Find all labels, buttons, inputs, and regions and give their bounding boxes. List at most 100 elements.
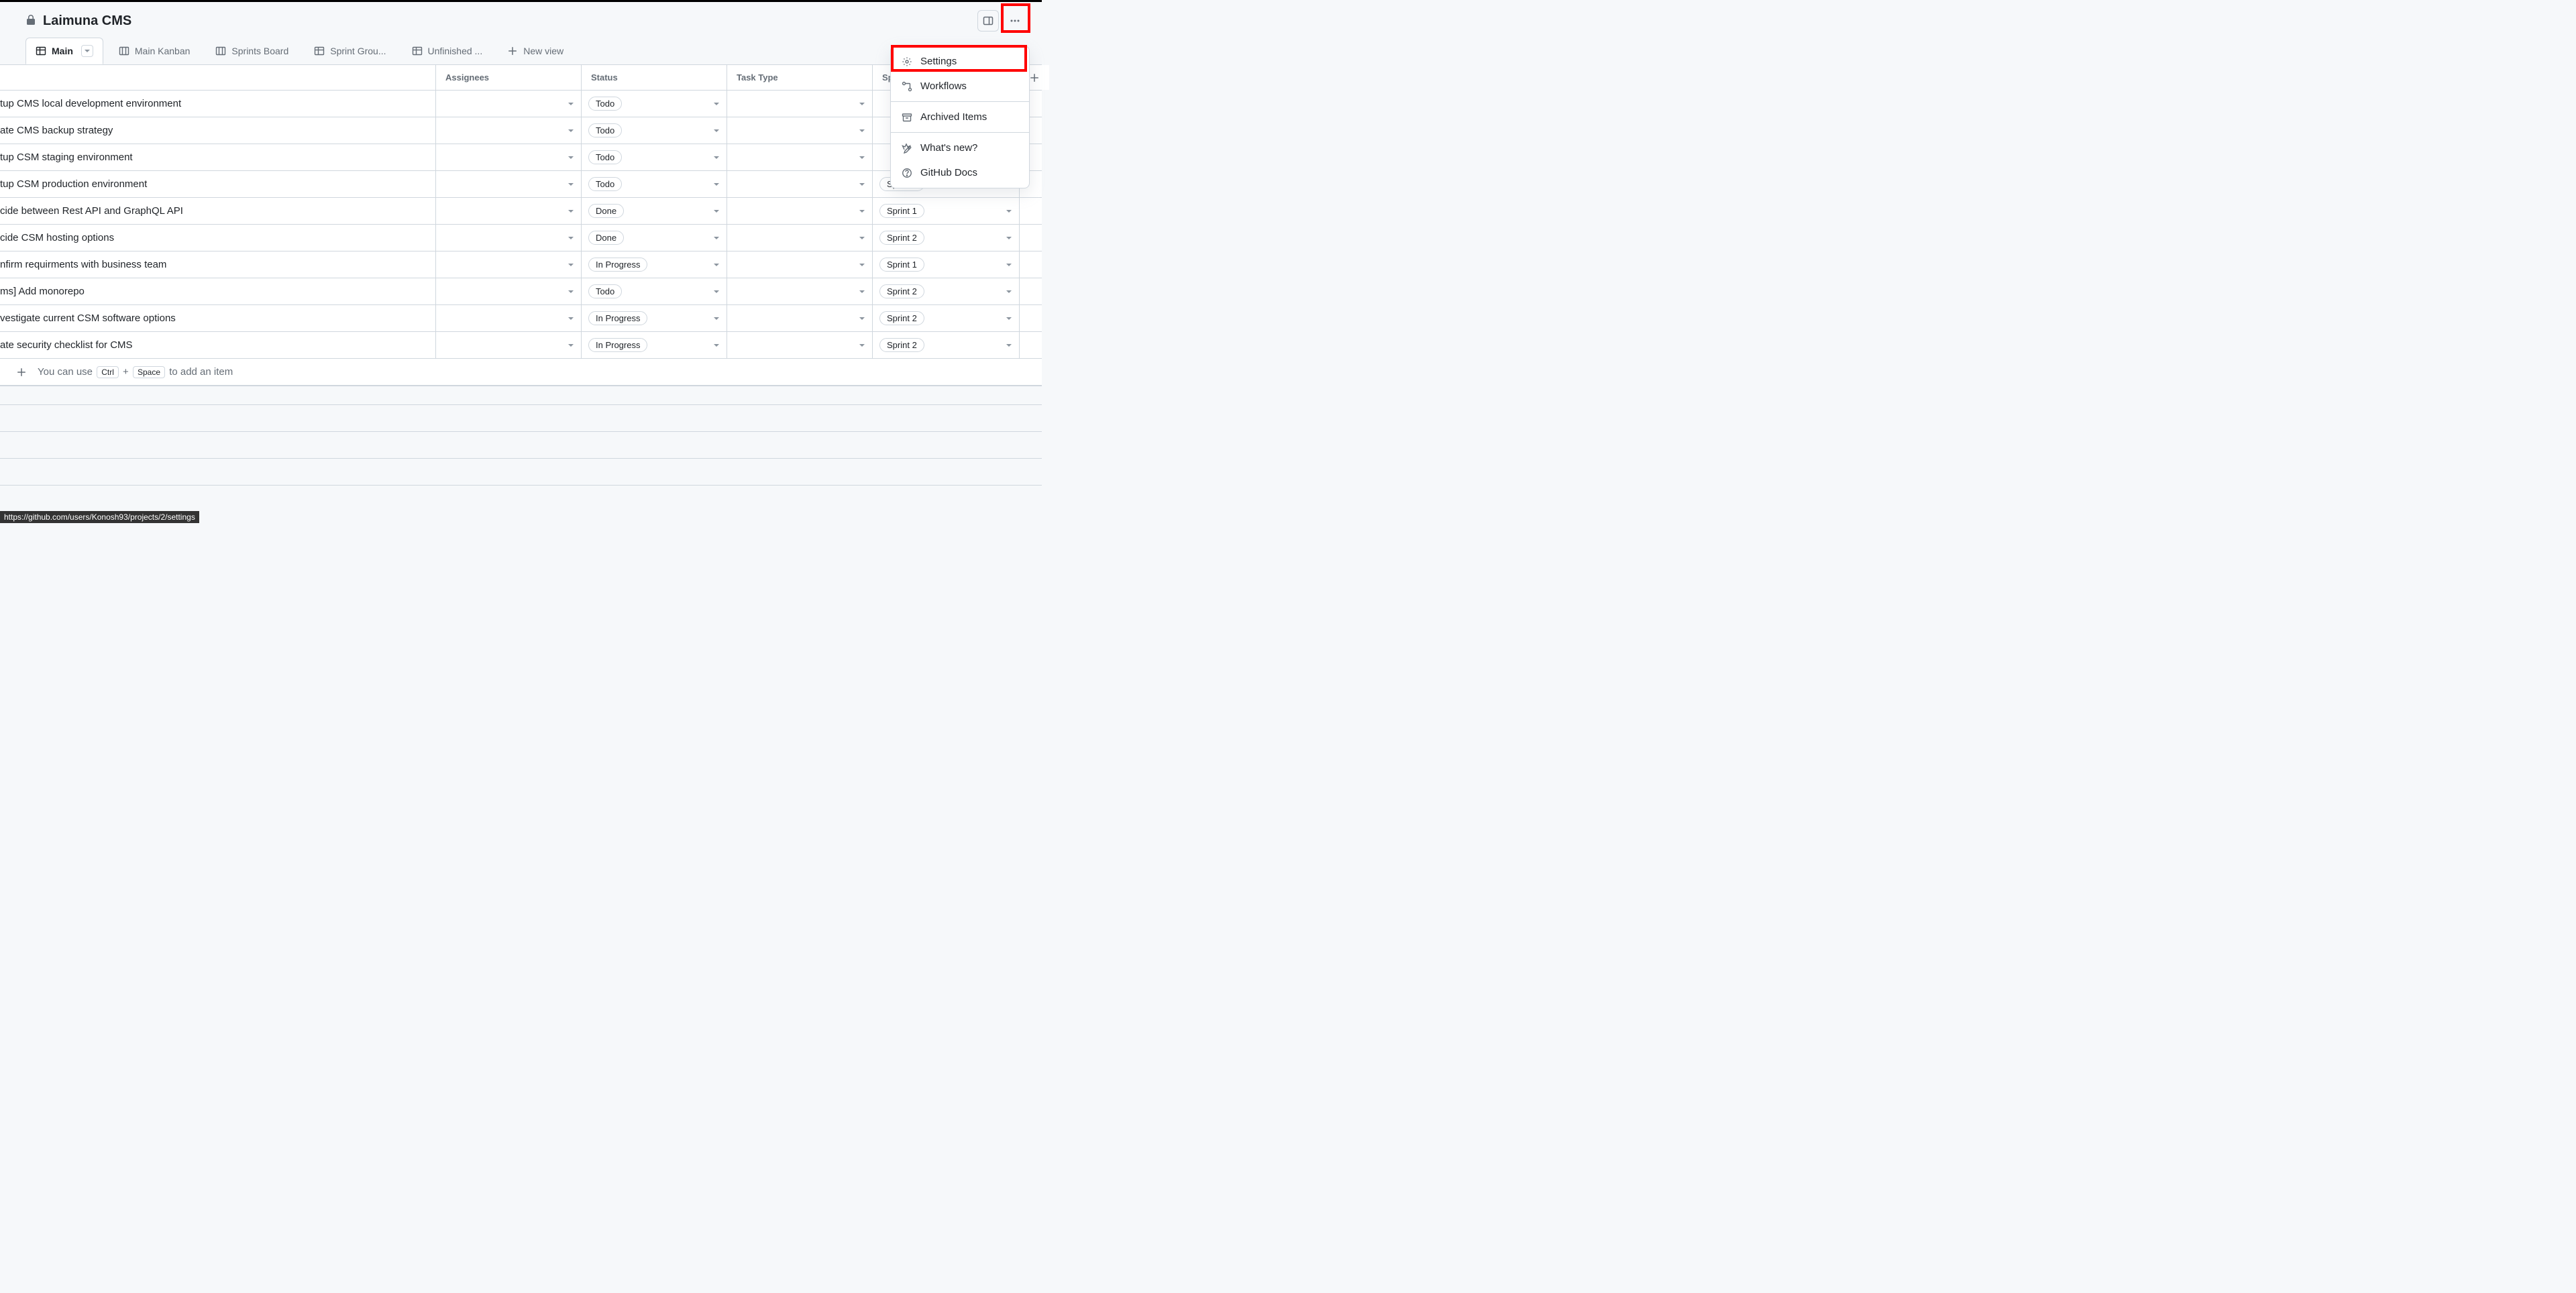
view-tab[interactable]: Sprints Board [205,38,299,64]
cell-task-type[interactable] [727,251,873,278]
menu-item-archived[interactable]: Archived Items [891,105,1029,129]
chevron-down-icon[interactable] [859,206,865,217]
cell-sprint[interactable]: Sprint 2 [873,305,1020,331]
cell-status[interactable]: Todo [582,91,727,117]
cell-assignees[interactable] [436,251,582,278]
cell-title[interactable]: nfirm requirments with business team [0,251,436,278]
cell-status[interactable]: Done [582,225,727,251]
chevron-down-icon[interactable] [713,233,720,243]
cell-title[interactable]: tup CMS local development environment [0,91,436,117]
chevron-down-icon[interactable] [568,233,574,243]
chevron-down-icon[interactable] [859,260,865,270]
chevron-down-icon[interactable] [713,179,720,190]
chevron-down-icon[interactable] [859,125,865,136]
cell-assignees[interactable] [436,278,582,304]
cell-status[interactable]: In Progress [582,251,727,278]
table-row[interactable]: tup CMS local development environment Tod… [0,91,1042,117]
view-tab[interactable]: Main [25,38,103,64]
chevron-down-icon[interactable] [713,125,720,136]
chevron-down-icon[interactable] [713,313,720,324]
chevron-down-icon[interactable] [568,313,574,324]
cell-status[interactable]: In Progress [582,305,727,331]
cell-assignees[interactable] [436,198,582,224]
cell-status[interactable]: Done [582,198,727,224]
cell-sprint[interactable]: Sprint 1 [873,251,1020,278]
add-item-row[interactable]: You can use Ctrl + Space to add an item [0,359,1042,386]
cell-sprint[interactable]: Sprint 2 [873,278,1020,304]
table-row[interactable]: vestigate current CSM software options In… [0,305,1042,332]
chevron-down-icon[interactable] [568,286,574,297]
chevron-down-icon[interactable] [713,206,720,217]
cell-assignees[interactable] [436,117,582,144]
chevron-down-icon[interactable] [1006,260,1012,270]
cell-title[interactable]: tup CSM production environment [0,171,436,197]
table-row[interactable]: ate CMS backup strategy Todo [0,117,1042,144]
menu-item-workflows[interactable]: Workflows [891,74,1029,99]
column-header-status[interactable]: Status [582,65,727,90]
table-row[interactable]: ate security checklist for CMSIn Progres… [0,332,1042,359]
chevron-down-icon[interactable] [713,152,720,163]
chevron-down-icon[interactable] [713,286,720,297]
cell-task-type[interactable] [727,225,873,251]
menu-item-whats-new[interactable]: What's new? [891,135,1029,160]
project-title[interactable]: Laimuna CMS [43,13,131,29]
chevron-down-icon[interactable] [568,152,574,163]
table-row[interactable]: tup CSM staging environment Todo [0,144,1042,171]
cell-status[interactable]: Todo [582,117,727,144]
view-tab[interactable]: Main Kanban [109,38,201,64]
chevron-down-icon[interactable] [859,286,865,297]
new-view-button[interactable]: New view [498,40,573,62]
chevron-down-icon[interactable] [713,340,720,351]
cell-title[interactable]: ate CMS backup strategy [0,117,436,144]
cell-title[interactable]: vestigate current CSM software options [0,305,436,331]
cell-task-type[interactable] [727,305,873,331]
cell-status[interactable]: Todo [582,171,727,197]
cell-title[interactable]: tup CSM staging environment [0,144,436,170]
cell-status[interactable]: Todo [582,144,727,170]
cell-task-type[interactable] [727,278,873,304]
menu-item-settings[interactable]: Settings [891,49,1029,74]
cell-assignees[interactable] [436,305,582,331]
column-header-title[interactable] [0,65,436,90]
cell-sprint[interactable]: Sprint 1 [873,198,1020,224]
chevron-down-icon[interactable] [713,260,720,270]
chevron-down-icon[interactable] [568,99,574,109]
chevron-down-icon[interactable] [859,233,865,243]
chevron-down-icon[interactable] [568,179,574,190]
table-row[interactable]: tup CSM production environmentTodoSprint… [0,171,1042,198]
chevron-down-icon[interactable] [568,340,574,351]
chevron-down-icon[interactable] [1006,233,1012,243]
chevron-down-icon[interactable] [1006,206,1012,217]
cell-task-type[interactable] [727,91,873,117]
table-row[interactable]: cide between Rest API and GraphQL APIDon… [0,198,1042,225]
panel-toggle-button[interactable] [977,10,999,32]
table-row[interactable]: ms] Add monorepo Todo Sprint 2 [0,278,1042,305]
chevron-down-icon[interactable] [859,313,865,324]
cell-task-type[interactable] [727,198,873,224]
cell-assignees[interactable] [436,332,582,358]
chevron-down-icon[interactable] [859,340,865,351]
cell-task-type[interactable] [727,171,873,197]
chevron-down-icon[interactable] [568,260,574,270]
view-tab[interactable]: Sprint Grou... [304,38,396,64]
cell-status[interactable]: In Progress [582,332,727,358]
cell-task-type[interactable] [727,144,873,170]
chevron-down-icon[interactable] [713,99,720,109]
more-options-button[interactable] [1004,10,1026,32]
cell-task-type[interactable] [727,332,873,358]
column-header-task-type[interactable]: Task Type [727,65,873,90]
cell-assignees[interactable] [436,91,582,117]
cell-status[interactable]: Todo [582,278,727,304]
chevron-down-icon[interactable] [859,179,865,190]
chevron-down-icon[interactable] [859,152,865,163]
chevron-down-icon[interactable] [1006,313,1012,324]
cell-assignees[interactable] [436,171,582,197]
cell-assignees[interactable] [436,144,582,170]
cell-task-type[interactable] [727,117,873,144]
tab-options-button[interactable] [81,45,93,57]
chevron-down-icon[interactable] [568,206,574,217]
menu-item-docs[interactable]: GitHub Docs [891,160,1029,185]
table-row[interactable]: cide CSM hosting optionsDoneSprint 2 [0,225,1042,251]
view-tab[interactable]: Unfinished ... [402,38,493,64]
cell-title[interactable]: ms] Add monorepo [0,278,436,304]
